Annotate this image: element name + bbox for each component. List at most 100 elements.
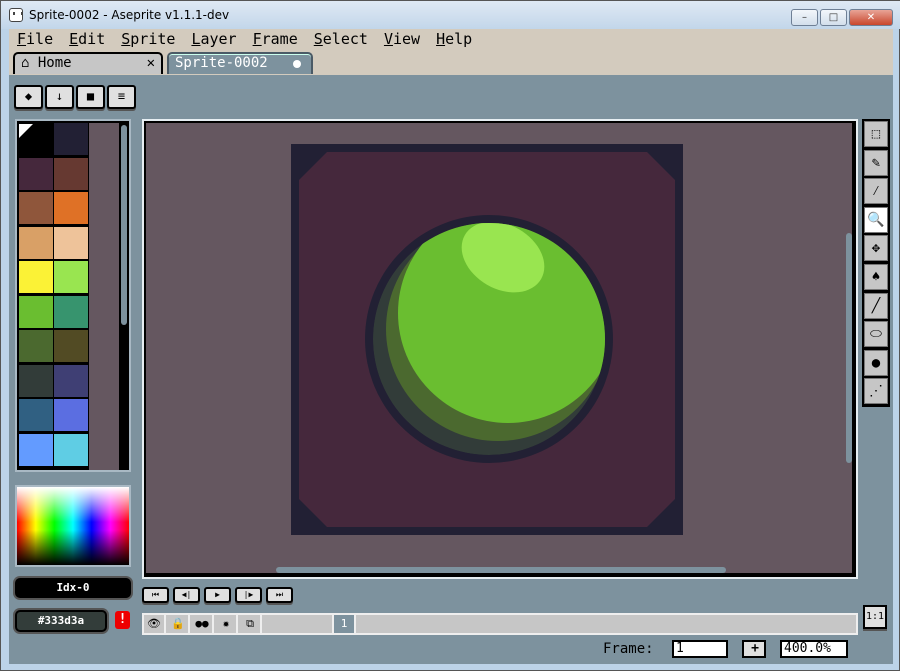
color-hex-button[interactable]: #333d3a: [15, 610, 107, 632]
palette-swatch[interactable]: [19, 157, 53, 190]
color-spectrum[interactable]: [15, 485, 131, 567]
menu-bar: File Edit Sprite Layer Frame Select View…: [9, 29, 893, 49]
folder-icon: ■: [86, 89, 95, 103]
palette-swatch[interactable]: [54, 157, 88, 190]
warning-icon[interactable]: !: [115, 611, 130, 629]
title-bar: Sprite-0002 - Aseprite v1.1.1-dev – □ ✕: [1, 1, 900, 29]
menu-icon: ≡: [117, 89, 126, 103]
tool-paint-bucket[interactable]: ♠: [864, 264, 888, 290]
color-index-display: Idx-0: [15, 578, 131, 598]
horizontal-scrollbar[interactable]: [276, 567, 726, 573]
palette-menu-button[interactable]: ≡: [107, 85, 136, 109]
tool-zoom[interactable]: 🔍: [864, 206, 888, 233]
layers-icon[interactable]: ⧉: [240, 615, 262, 633]
close-button[interactable]: ✕: [849, 9, 893, 26]
minimize-button[interactable]: –: [791, 9, 818, 26]
palette-swatch[interactable]: [19, 261, 53, 293]
download-button[interactable]: ↓: [45, 85, 74, 109]
eraser-button[interactable]: ◆: [14, 85, 43, 109]
tab-home[interactable]: ⌂ Home ✕: [13, 52, 163, 74]
lock-icon[interactable]: 🔒: [168, 615, 190, 633]
tool-line[interactable]: ╱: [864, 292, 888, 319]
tab-label: Home: [37, 55, 72, 71]
menu-sprite[interactable]: Sprite: [113, 29, 183, 49]
play-button[interactable]: ▶: [204, 587, 231, 603]
palette-empty-area: [89, 123, 119, 470]
arrow-down-icon: ↓: [55, 89, 64, 103]
palette-swatch[interactable]: [19, 226, 53, 259]
menu-select[interactable]: Select: [306, 29, 376, 49]
home-icon: ⌂: [21, 55, 30, 71]
tool-rectangular-marquee[interactable]: ⬚: [864, 121, 888, 147]
eyedropper-icon: ⁄: [871, 182, 881, 199]
palette-swatch[interactable]: [54, 330, 88, 362]
tool-move[interactable]: ✥: [864, 235, 888, 262]
zoom-icon: 🔍: [867, 211, 885, 228]
palette-swatch[interactable]: [54, 123, 88, 155]
previous-frame-button[interactable]: ◀|: [173, 587, 200, 603]
menu-view[interactable]: View: [376, 29, 428, 49]
window-title: Sprite-0002 - Aseprite v1.1.1-dev: [29, 8, 230, 22]
menu-frame[interactable]: Frame: [245, 29, 306, 49]
palette-swatch[interactable]: [19, 192, 53, 224]
app-window: Sprite-0002 - Aseprite v1.1.1-dev – □ ✕ …: [0, 0, 900, 671]
palette-swatch[interactable]: [19, 364, 53, 397]
pencil-icon: ✎: [871, 154, 881, 171]
menu-edit[interactable]: Edit: [61, 29, 113, 49]
frame-label: Frame:: [603, 641, 654, 657]
palette-swatch[interactable]: [54, 433, 88, 466]
frame-input[interactable]: 1: [672, 640, 728, 658]
palette-swatch[interactable]: [54, 399, 88, 431]
folder-button[interactable]: ■: [76, 85, 105, 109]
palette-swatch[interactable]: [54, 364, 88, 397]
sprite-canvas[interactable]: [146, 123, 852, 573]
modified-dot-icon[interactable]: [293, 60, 301, 68]
first-frame-button[interactable]: ⏮: [142, 587, 169, 603]
add-frame-button[interactable]: +: [742, 640, 766, 658]
maximize-button[interactable]: □: [820, 9, 847, 26]
aseprite-app-icon: [9, 8, 23, 22]
zoom-reset-button[interactable]: 1:1: [863, 605, 887, 629]
frame-cell-1[interactable]: 1: [332, 615, 356, 633]
contour-icon: ●: [871, 354, 881, 371]
color-palette: [15, 119, 131, 472]
palette-swatch[interactable]: [54, 192, 88, 224]
palette-swatch[interactable]: [54, 295, 88, 328]
tool-eyedropper[interactable]: ⁄: [864, 178, 888, 205]
tool-pencil[interactable]: ✎: [864, 149, 888, 176]
next-frame-button[interactable]: |▶: [235, 587, 262, 603]
tool-bar: ⬚ ✎ ⁄ 🔍 ✥ ♠ ╱ ⬭ ● ⋰: [862, 119, 890, 407]
palette-swatch[interactable]: [19, 399, 53, 431]
eye-icon[interactable]: 👁: [144, 615, 166, 633]
palette-swatch[interactable]: [19, 330, 53, 362]
onion-skin-icon[interactable]: ●●: [192, 615, 214, 633]
menu-help[interactable]: Help: [428, 29, 480, 49]
tool-spray[interactable]: ⋰: [864, 378, 888, 405]
line-icon: ╱: [871, 297, 881, 314]
palette-swatch[interactable]: [54, 226, 88, 259]
workspace: ◆ ↓ ■ ≡ Idx-0 #333d3a ! ⬚ ✎ ⁄ 🔍 ✥ ♠ ╱ ⬭ …: [9, 75, 893, 664]
zoom-input[interactable]: 400.0%: [780, 640, 848, 658]
palette-swatch[interactable]: [54, 261, 88, 293]
palette-swatch[interactable]: [19, 123, 53, 155]
vertical-scrollbar[interactable]: [846, 233, 852, 463]
tool-contour[interactable]: ●: [864, 349, 888, 376]
palette-scrollbar[interactable]: [121, 125, 127, 325]
tool-ellipse[interactable]: ⬭: [864, 321, 888, 348]
selected-color-marker-icon: [19, 124, 33, 138]
move-icon: ✥: [871, 240, 881, 257]
tab-sprite-0002[interactable]: Sprite-0002: [167, 52, 313, 74]
eraser-icon: ◆: [24, 89, 33, 103]
menu-layer[interactable]: Layer: [183, 29, 244, 49]
tab-close-icon[interactable]: ✕: [147, 54, 155, 73]
spray-icon: ⋰: [869, 383, 883, 400]
tab-label: Sprite-0002: [175, 55, 268, 71]
gear-icon[interactable]: ✹: [216, 615, 238, 633]
ellipse-icon: ⬭: [870, 326, 882, 343]
palette-swatch[interactable]: [19, 295, 53, 328]
menu-file[interactable]: File: [9, 29, 61, 49]
last-frame-button[interactable]: ⏭: [266, 587, 293, 603]
paint-bucket-icon: ♠: [871, 269, 881, 285]
palette-swatch[interactable]: [19, 433, 53, 466]
canvas-viewport[interactable]: [142, 119, 858, 579]
